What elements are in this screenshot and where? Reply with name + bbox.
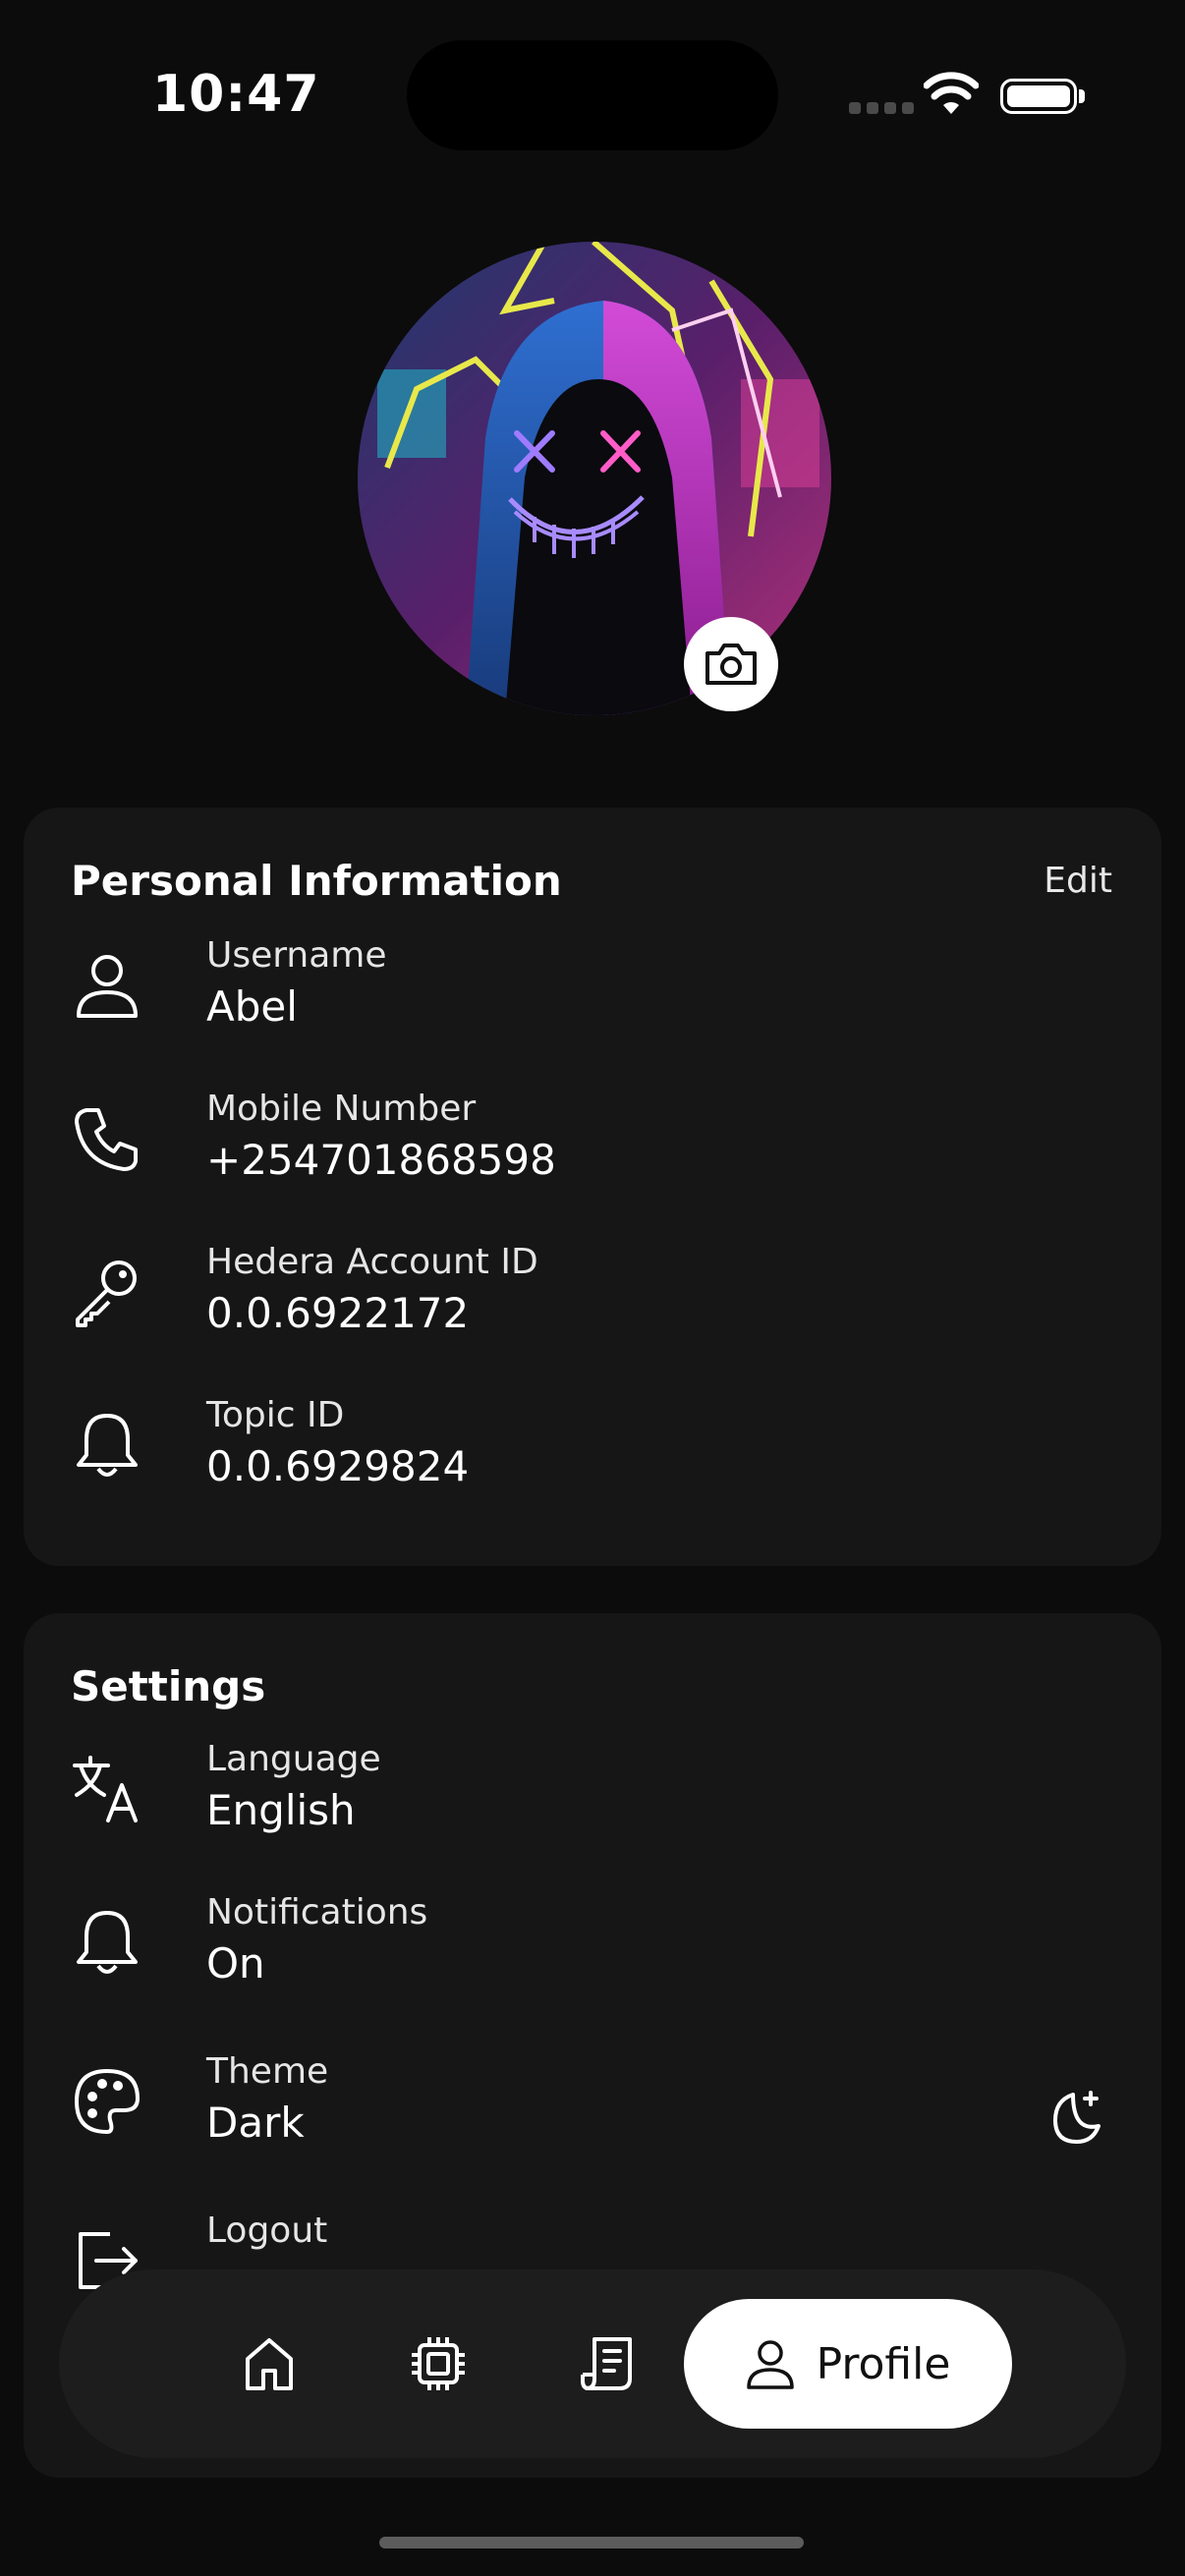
username-value: Abel: [206, 982, 298, 1031]
signal-dot: [867, 102, 878, 114]
personal-information-card: Personal Information Edit Username Abel …: [24, 808, 1161, 1566]
theme-value: Dark: [206, 2099, 305, 2147]
nav-profile[interactable]: Profile: [684, 2299, 1012, 2429]
notifications-value: On: [206, 1939, 265, 1988]
username-label: Username: [206, 935, 387, 976]
bell-icon: [71, 1906, 143, 1979]
hedera-account-label: Hedera Account ID: [206, 1242, 538, 1282]
user-icon: [71, 949, 143, 1022]
phone-icon: [71, 1102, 143, 1175]
signal-dot: [884, 102, 896, 114]
mobile-number-value: +254701868598: [206, 1136, 556, 1184]
edit-button[interactable]: Edit: [1044, 861, 1112, 901]
language-row[interactable]: Language English: [71, 1739, 1112, 1857]
settings-title: Settings: [71, 1662, 266, 1710]
home-indicator: [379, 2537, 804, 2548]
palette-icon: [71, 2065, 143, 2138]
language-value: English: [206, 1786, 356, 1834]
bottom-navigation: Profile: [59, 2269, 1126, 2458]
dynamic-island: [407, 40, 778, 150]
translate-icon: [71, 1753, 143, 1825]
topic-id-label: Topic ID: [206, 1395, 345, 1435]
bell-icon: [71, 1409, 143, 1482]
signal-dot: [849, 102, 861, 114]
status-time: 10:47: [152, 65, 320, 124]
language-label: Language: [206, 1739, 381, 1779]
mobile-number-row[interactable]: Mobile Number +254701868598: [71, 1089, 1112, 1206]
theme-row[interactable]: Theme Dark: [71, 2051, 1112, 2169]
user-icon: [746, 2340, 794, 2389]
nav-devices[interactable]: [391, 2317, 485, 2411]
key-icon: [71, 1256, 143, 1328]
theme-label: Theme: [206, 2051, 329, 2092]
battery-icon: [1000, 79, 1077, 114]
logout-label: Logout: [206, 2211, 328, 2251]
mobile-number-label: Mobile Number: [206, 1089, 477, 1129]
hedera-account-value: 0.0.6922172: [206, 1289, 470, 1337]
receipt-icon: [581, 2337, 632, 2390]
home-icon: [246, 2338, 293, 2390]
chip-icon: [412, 2337, 465, 2390]
notifications-row[interactable]: Notifications On: [71, 1892, 1112, 2010]
topic-id-row[interactable]: Topic ID 0.0.6929824: [71, 1395, 1112, 1513]
battery-tip: [1079, 89, 1085, 103]
personal-information-title: Personal Information: [71, 857, 562, 905]
signal-dot: [902, 102, 914, 114]
camera-icon: [705, 644, 757, 685]
wifi-icon: [924, 72, 979, 114]
nav-home[interactable]: [222, 2317, 316, 2411]
hedera-account-row[interactable]: Hedera Account ID 0.0.6922172: [71, 1242, 1112, 1360]
notifications-label: Notifications: [206, 1892, 428, 1932]
username-row[interactable]: Username Abel: [71, 935, 1112, 1053]
change-photo-button[interactable]: [684, 617, 778, 711]
nav-receipts[interactable]: [560, 2317, 654, 2411]
moon-icon[interactable]: [1044, 2087, 1106, 2150]
nav-profile-label: Profile: [816, 2338, 951, 2389]
topic-id-value: 0.0.6929824: [206, 1442, 470, 1490]
